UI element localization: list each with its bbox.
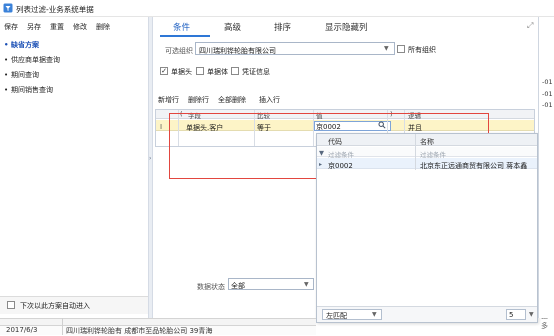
popup-divider [415,134,416,170]
popup-row-name[interactable]: 北京东正远通商贸有限公司 蒋本鑫 [420,161,527,171]
header-checkbox[interactable]: ✓ [160,67,168,75]
delete-row-button[interactable]: 删除行 [188,95,209,105]
scheme-item-supplier[interactable]: • 供应商单据查询 [4,55,60,65]
popup-row-code[interactable]: 京0002 [328,161,353,171]
active-tab-indicator [160,35,210,37]
scheme-item-label: 供应商单据查询 [11,56,60,64]
scheme-list: • 缺省方案 • 供应商单据查询 • 期间查询 • 期间销售查询 [0,34,148,296]
body-checkbox-label: 单据体 [207,68,228,76]
match-mode-value: 左匹配 [326,312,347,320]
collapse-arrow-icon[interactable]: › [149,155,152,162]
page-size-value: 5 [509,311,514,319]
filter-icon: ▼ [319,149,324,157]
org-label: 可选组织 [165,47,193,55]
tab-advanced[interactable]: 高级 [224,21,241,33]
insert-row-button[interactable]: 插入行 [259,95,280,105]
background-date: 2017/6/3 [6,326,38,334]
org-select-value: 四川瑞利铧轮胎有限公司 [199,47,276,55]
menu-save[interactable]: 保存 [4,22,18,32]
scheme-item-label: 缺省方案 [11,41,39,49]
voucher-checkbox[interactable] [231,67,239,75]
chevron-down-icon[interactable]: ▼ [372,311,377,318]
grid-divider [62,318,63,335]
tab-bar: 条件 高级 排序 显示隐藏列 [153,17,554,37]
chevron-down-icon[interactable]: ▼ [384,45,389,52]
expand-icon[interactable]: ⤢ [527,21,533,31]
scheme-item-period[interactable]: • 期间查询 [4,70,39,80]
delete-all-button[interactable]: 全部删除 [218,95,246,105]
popup-col-code: 代码 [328,138,342,146]
scheme-item-period-sales[interactable]: • 期间销售查询 [4,85,53,95]
tab-conditions[interactable]: 条件 [173,21,190,33]
window-title: 列表过滤-业务系统单据 [16,5,94,14]
app-icon [3,3,13,13]
background-window-edge [538,17,554,318]
all-org-label: 所有组织 [408,46,436,54]
background-value: -01 [542,78,553,86]
auto-enter-label: 下次以此方案自动进入 [20,302,90,310]
popup-col-name: 名称 [420,138,434,146]
data-status-value: 全部 [231,282,245,290]
menu-bar: 保存 另存 重置 修改 删除 [0,17,148,33]
all-org-checkbox[interactable] [397,45,405,53]
background-row [0,318,316,325]
row-indicator: I [160,123,163,131]
chevron-down-icon[interactable]: ▼ [529,311,534,318]
background-value: -01 [542,101,553,109]
chevron-down-icon[interactable]: ▼ [304,281,309,288]
scheme-item-label: 期间查询 [11,71,39,79]
tab-show-hide-columns[interactable]: 显示隐藏列 [325,21,368,33]
scheme-item-label: 期间销售查询 [11,86,53,94]
menu-modify[interactable]: 修改 [73,22,87,32]
menu-delete[interactable]: 删除 [96,22,110,32]
menu-save-as[interactable]: 另存 [27,22,41,32]
voucher-checkbox-label: 凭证信息 [242,68,270,76]
menu-reset[interactable]: 重置 [50,22,64,32]
add-row-button[interactable]: 新增行 [158,95,179,105]
pane-splitter[interactable] [148,17,153,318]
auto-enter-checkbox[interactable] [7,301,15,309]
header-checkbox-label: 单据头 [171,68,192,76]
scheme-item-default[interactable]: • 缺省方案 [4,40,39,50]
background-value: -01 [542,90,553,98]
row-pointer-icon: ▸ [319,161,323,168]
tab-sort[interactable]: 排序 [274,21,291,33]
body-checkbox[interactable] [196,67,204,75]
data-status-label: 数据状态 [197,283,225,291]
